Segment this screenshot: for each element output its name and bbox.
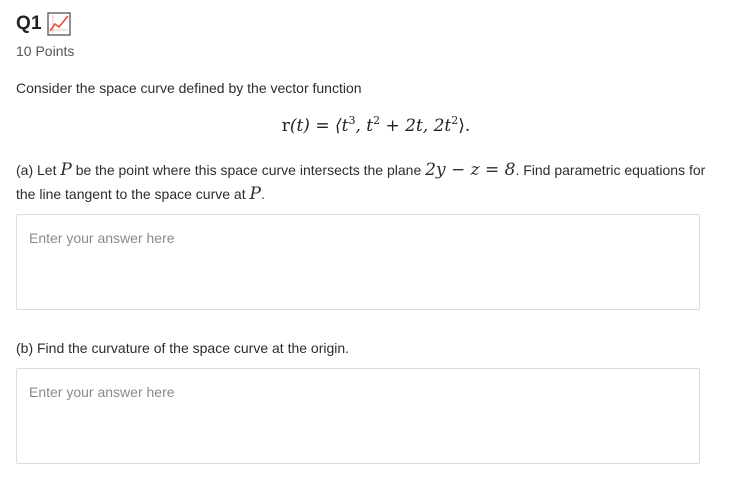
eq-lhs: r xyxy=(281,116,290,136)
part-a-point: P xyxy=(60,160,72,180)
part-a-end: . xyxy=(260,186,265,202)
part-a-plane: 2y − z = 8 xyxy=(425,160,516,180)
eq-mid-2: + 2t, 2t xyxy=(380,116,452,136)
part-a-prompt: (a) Let P be the point where this space … xyxy=(16,158,716,206)
question-intro: Consider the space curve defined by the … xyxy=(16,80,362,96)
answer-b-input[interactable] xyxy=(16,368,700,464)
vector-function-equation: r(t) = ⟨t3, t2 + 2t, 2t2⟩. xyxy=(0,115,752,136)
part-a-middle: be the point where this space curve inte… xyxy=(71,162,426,178)
part-a-point-2: P xyxy=(249,184,261,204)
part-a-prefix: (a) Let xyxy=(16,162,61,178)
question-points: 10 Points xyxy=(16,43,75,59)
answer-a-input[interactable] xyxy=(16,214,700,310)
eq-arg: (t) = ⟨t xyxy=(289,116,349,136)
question-title: Q1 xyxy=(16,13,42,34)
eq-end: ⟩. xyxy=(458,116,471,136)
eq-mid-1: , t xyxy=(355,116,374,136)
question-header: Q1 xyxy=(16,12,71,36)
part-b-prompt: (b) Find the curvature of the space curv… xyxy=(16,340,350,356)
graded-chart-icon xyxy=(47,12,71,36)
